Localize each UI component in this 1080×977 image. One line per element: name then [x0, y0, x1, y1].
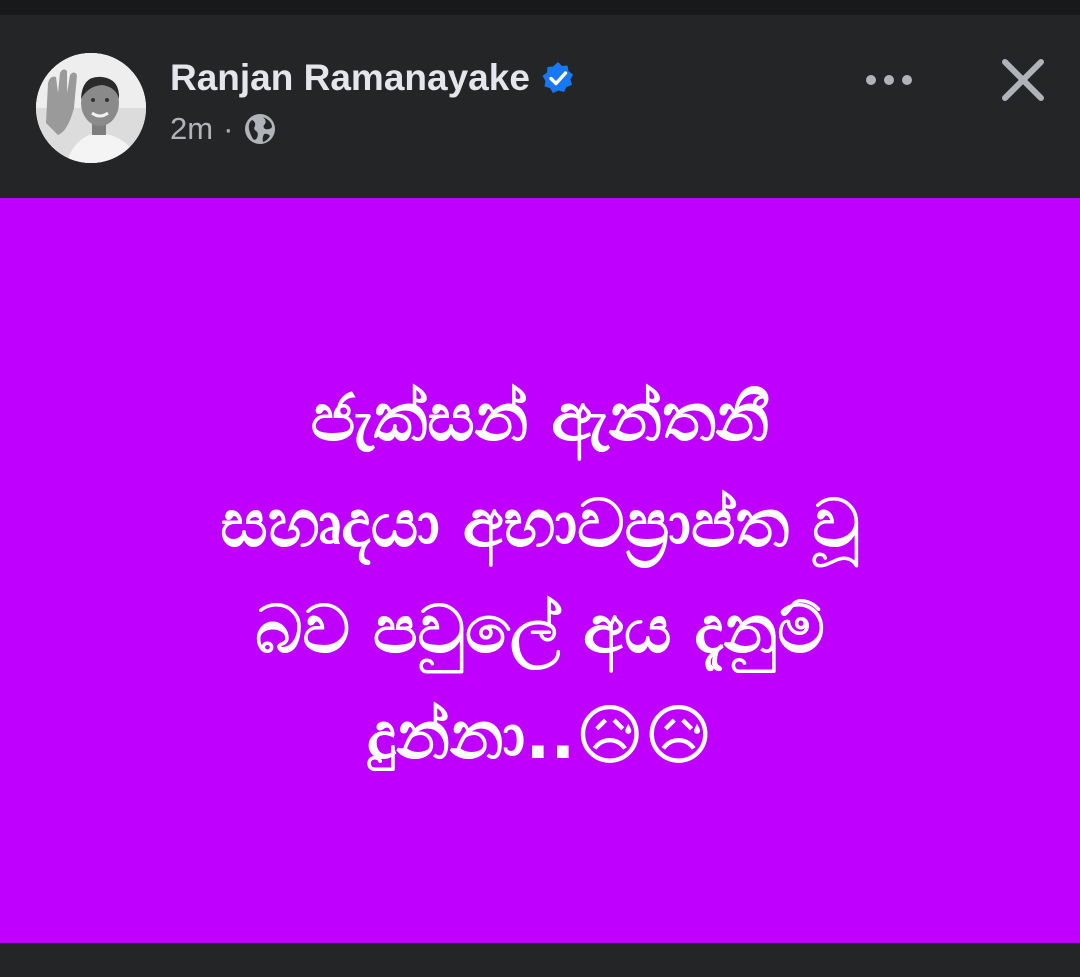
post-header: Ranjan Ramanayake 2m · — [0, 15, 1080, 198]
status-strip — [0, 0, 1080, 15]
close-button[interactable] — [992, 51, 1054, 113]
author-row: Ranjan Ramanayake — [170, 55, 576, 101]
post-meta: 2m · — [170, 109, 277, 149]
globe-icon — [243, 112, 277, 146]
close-icon — [1001, 58, 1045, 107]
more-options-icon — [864, 73, 914, 92]
bottom-bar — [0, 943, 1080, 977]
more-options-button[interactable] — [856, 57, 922, 107]
post-content: ජැක්සන් ඇන්තනී සහෘදයා අභාවප්‍රාප්ත වූ බව… — [0, 198, 1080, 943]
author-name[interactable]: Ranjan Ramanayake — [170, 57, 530, 99]
meta-separator: · — [223, 111, 234, 146]
author-avatar[interactable] — [36, 53, 146, 163]
avatar-image — [36, 53, 146, 163]
post-text: ජැක්සන් ඇන්තනී සහෘදයා අභාවප්‍රාප්ත වූ බව… — [220, 378, 860, 774]
post-timestamp[interactable]: 2m — [170, 111, 213, 147]
verified-badge-icon — [540, 60, 576, 96]
